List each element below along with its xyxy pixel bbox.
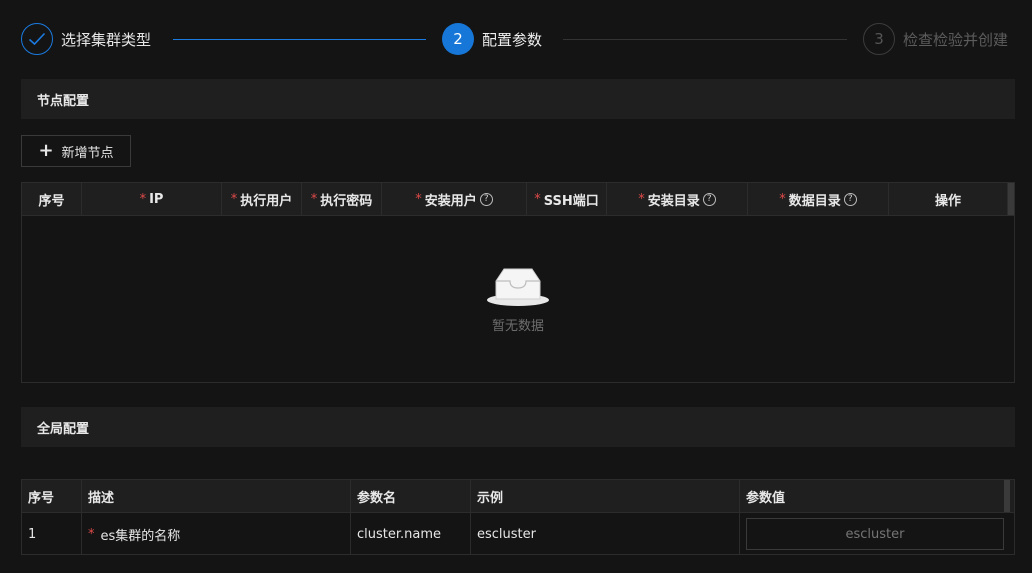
col-data-dir: * 数据目录? xyxy=(748,183,889,215)
plus-icon: + xyxy=(38,140,54,161)
row-param-value xyxy=(740,513,1010,555)
help-icon[interactable]: ? xyxy=(702,192,716,206)
empty-text: 暂无数据 xyxy=(491,318,544,334)
col-ssh-port: * SSH端口 xyxy=(527,183,607,215)
row-param-name: cluster.name xyxy=(351,513,471,555)
col-install-dir: * 安装目录? xyxy=(607,183,748,215)
row-description: * es集群的名称 xyxy=(82,513,351,555)
step-3-title: 检查检验并创建 xyxy=(903,30,1009,49)
table-row: 1 * es集群的名称 cluster.name escluster xyxy=(22,513,1014,555)
step-3[interactable]: 3 检查检验并创建 xyxy=(863,23,1008,55)
col-exec-user: * 执行用户 xyxy=(222,183,302,215)
node-table: 序号 * IP * 执行用户 * 执行密码 * 安装用户? * SSH端口 * 安装目录? … xyxy=(21,182,1015,383)
empty-state: 暂无数据 xyxy=(22,216,1014,382)
step-1-title: 选择集群类型 xyxy=(61,30,152,49)
help-icon[interactable]: ? xyxy=(843,192,857,206)
col-exec-password: * 执行密码 xyxy=(302,183,382,215)
check-icon xyxy=(21,23,53,55)
add-node-label: 新增节点 xyxy=(61,145,114,161)
step-2[interactable]: 2 配置参数 xyxy=(442,23,542,55)
node-config-header: 节点配置 xyxy=(21,79,1015,119)
param-value-input[interactable] xyxy=(746,518,1004,550)
col-param-name: 参数名 xyxy=(351,480,471,512)
step-connector-2 xyxy=(563,39,847,40)
col-description: 描述 xyxy=(82,480,351,512)
col-index: 序号 xyxy=(22,183,82,215)
col-example: 示例 xyxy=(471,480,740,512)
step-3-number: 3 xyxy=(863,23,895,55)
step-connector-1 xyxy=(173,39,426,40)
col-actions: 操作 xyxy=(889,183,1008,215)
global-config-header: 全局配置 xyxy=(21,407,1015,447)
step-1[interactable]: 选择集群类型 xyxy=(21,23,151,55)
scrollbar[interactable] xyxy=(1004,480,1010,512)
step-2-number: 2 xyxy=(442,23,474,55)
add-node-button[interactable]: + 新增节点 xyxy=(21,135,131,167)
global-table: 序号 描述 参数名 示例 参数值 1 * es集群的名称 cluster.name… xyxy=(21,479,1015,555)
scrollbar[interactable] xyxy=(1008,183,1014,215)
col-index: 序号 xyxy=(22,480,82,512)
col-param-value: 参数值 xyxy=(746,490,786,506)
step-2-title: 配置参数 xyxy=(482,30,543,49)
node-table-header: 序号 * IP * 执行用户 * 执行密码 * 安装用户? * SSH端口 * 安装目录? … xyxy=(22,183,1014,216)
global-table-header: 序号 描述 参数名 示例 参数值 xyxy=(22,480,1014,513)
row-example: escluster xyxy=(471,513,740,555)
steps-bar: 选择集群类型 2 配置参数 3 检查检验并创建 xyxy=(0,0,1032,80)
help-icon[interactable]: ? xyxy=(479,192,493,206)
row-index: 1 xyxy=(22,513,82,555)
col-install-user: * 安装用户? xyxy=(382,183,527,215)
col-ip: * IP xyxy=(82,183,222,215)
empty-inbox-icon xyxy=(487,268,549,306)
